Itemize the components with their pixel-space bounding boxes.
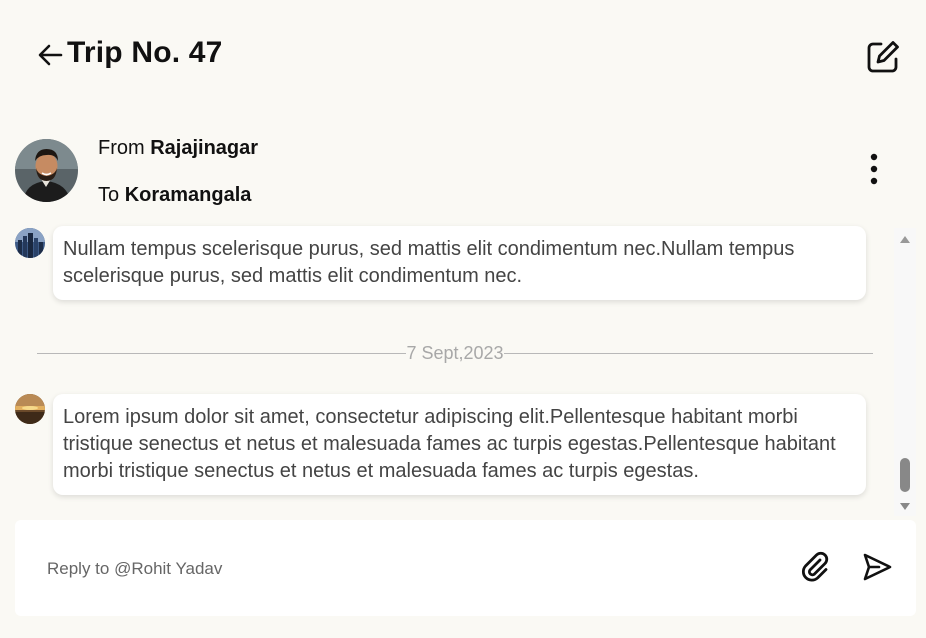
from-prefix: From — [98, 137, 145, 159]
city-photo-icon — [15, 228, 45, 258]
send-icon — [863, 553, 892, 581]
scrollbar[interactable] — [894, 228, 916, 516]
more-vertical-icon — [870, 153, 878, 185]
edit-button[interactable] — [864, 38, 902, 76]
reply-input[interactable] — [45, 550, 749, 588]
edit-square-icon — [867, 41, 899, 73]
header: Trip No. 47 — [36, 34, 902, 80]
from-place: Rajajinagar — [150, 137, 259, 159]
more-options-button[interactable] — [866, 152, 882, 186]
arrow-left-icon — [38, 44, 63, 66]
attach-button[interactable] — [799, 551, 831, 583]
scroll-down-arrow-icon[interactable] — [900, 503, 910, 510]
city-avatar — [15, 228, 45, 258]
reply-box — [15, 520, 916, 616]
route-to: To Koramangala — [98, 184, 251, 207]
message-bubble: Lorem ipsum dolor sit amet, consectetur … — [53, 394, 866, 495]
date-divider: 7 Sept,2023 — [37, 340, 873, 366]
trip-info: From Rajajinagar To Koramangala — [15, 132, 896, 216]
to-prefix: To — [98, 184, 120, 206]
sunset-avatar — [15, 394, 45, 424]
send-button[interactable] — [861, 551, 893, 583]
sunset-photo-icon — [15, 394, 45, 424]
page-title: Trip No. 47 — [67, 36, 223, 69]
avatar — [15, 139, 78, 202]
scroll-thumb[interactable] — [900, 458, 910, 492]
route-from: From Rajajinagar — [98, 137, 258, 160]
paperclip-icon — [801, 551, 829, 582]
to-place: Koramangala — [124, 184, 252, 206]
user-photo-icon — [15, 139, 78, 202]
message-bubble: Nullam tempus scelerisque purus, sed mat… — [53, 226, 866, 300]
divider-line-left — [37, 352, 407, 354]
message-list[interactable]: Nullam tempus scelerisque purus, sed mat… — [0, 222, 926, 518]
back-button[interactable] — [36, 40, 66, 70]
scroll-up-arrow-icon[interactable] — [900, 236, 910, 243]
divider-line-right — [503, 352, 873, 354]
date-label: 7 Sept,2023 — [406, 342, 504, 363]
trip-chat-screen: Trip No. 47 From Rajajinagar To Koramang… — [0, 0, 926, 638]
